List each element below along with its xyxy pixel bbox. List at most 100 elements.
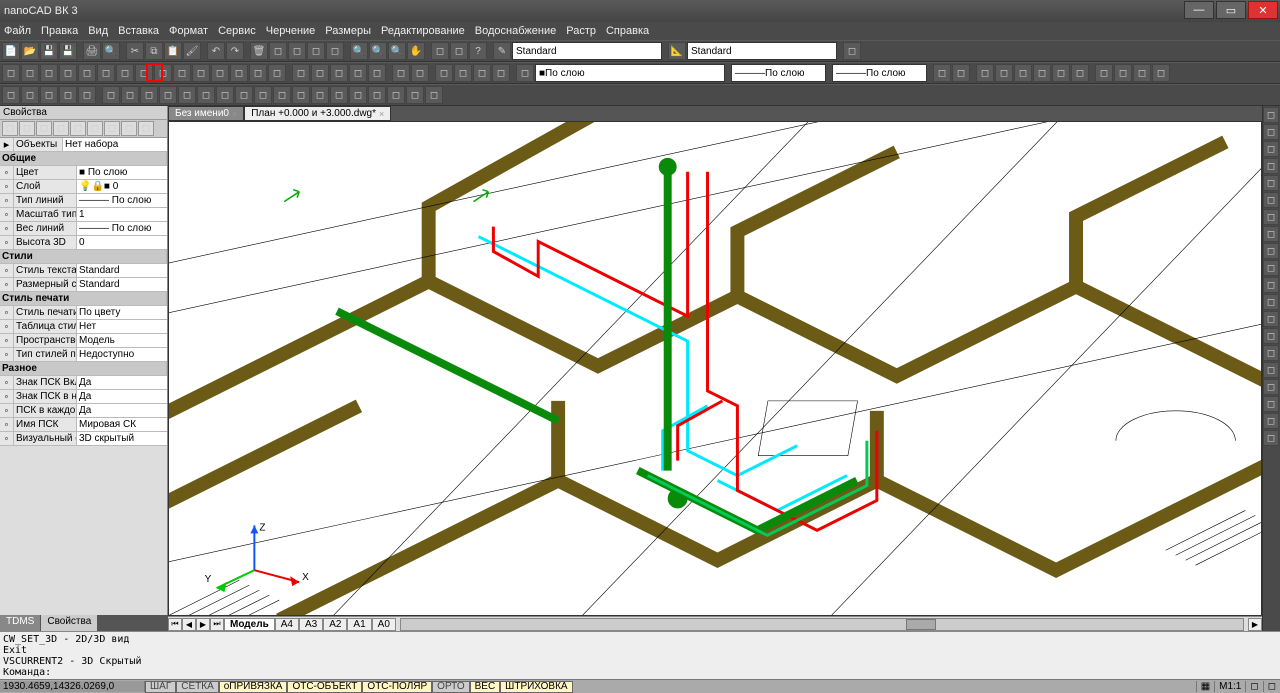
tool-icon[interactable]: ◻ (2, 64, 20, 82)
vtool-icon[interactable]: ◻ (1263, 413, 1279, 429)
style-picker-icon[interactable]: ✎ (493, 42, 511, 60)
tool-icon[interactable]: ◻ (288, 42, 306, 60)
help-icon[interactable]: ? (469, 42, 487, 60)
tool-icon[interactable]: ◻ (1114, 64, 1132, 82)
tool-icon[interactable]: ◻ (387, 86, 405, 104)
property-group-header[interactable]: Стили (0, 250, 167, 263)
paste-icon[interactable]: 📋 (164, 42, 182, 60)
tool-icon[interactable]: ◻ (976, 64, 994, 82)
tool-icon[interactable]: ◻ (102, 86, 120, 104)
property-value[interactable]: ■ По слою (77, 166, 167, 179)
tool-icon[interactable]: ◻ (311, 86, 329, 104)
tool-icon[interactable]: ◻ (173, 64, 191, 82)
tool-icon[interactable]: ◻ (178, 86, 196, 104)
tool-icon[interactable]: ◻ (97, 64, 115, 82)
layout-tab[interactable]: A2 (323, 618, 347, 631)
tool-icon[interactable]: ◻ (1071, 64, 1089, 82)
tool-icon[interactable]: ◻ (192, 64, 210, 82)
status-icon[interactable]: ◻ (1263, 681, 1280, 692)
tool-icon[interactable]: ◻ (349, 86, 367, 104)
tool-icon[interactable]: ◻ (1095, 64, 1113, 82)
menu-draft[interactable]: Черчение (266, 25, 316, 37)
tool-icon[interactable]: ◻ (1052, 64, 1070, 82)
saveall-icon[interactable]: 💾 (59, 42, 77, 60)
property-value[interactable]: Нет (77, 320, 167, 333)
tool-icon[interactable]: ◻ (933, 64, 951, 82)
vtool-icon[interactable]: ◻ (1263, 141, 1279, 157)
vtool-icon[interactable]: ◻ (1263, 379, 1279, 395)
property-group-header[interactable]: Общие (0, 152, 167, 165)
tool-icon[interactable]: ◻ (40, 86, 58, 104)
horizontal-scrollbar[interactable] (400, 618, 1244, 631)
layout-tab[interactable]: A1 (347, 618, 371, 631)
menu-raster[interactable]: Растр (566, 25, 596, 37)
vtool-icon[interactable]: ◻ (1263, 192, 1279, 208)
tool-icon[interactable]: ◻ (116, 64, 134, 82)
layout-tab[interactable]: A3 (299, 618, 323, 631)
property-value[interactable]: 0 (77, 236, 167, 249)
tool-icon[interactable]: ◻ (473, 64, 491, 82)
tool-icon[interactable]: ◻ (1133, 64, 1151, 82)
menu-file[interactable]: Файл (4, 25, 31, 37)
vtool-icon[interactable]: ◻ (1263, 396, 1279, 412)
tool-icon[interactable]: ◻ (307, 42, 325, 60)
text-style-dropdown[interactable]: Standard (512, 42, 662, 60)
tool-icon[interactable]: ◻ (2, 86, 20, 104)
menu-edit[interactable]: Правка (41, 25, 78, 37)
tool-icon[interactable]: ◻ (450, 42, 468, 60)
menu-service[interactable]: Сервис (218, 25, 256, 37)
vtool-icon[interactable]: ◻ (1263, 328, 1279, 344)
vtool-icon[interactable]: ◻ (1263, 158, 1279, 174)
tab-document[interactable]: Без имени0× (168, 106, 244, 121)
tool-icon[interactable]: ◻ (435, 64, 453, 82)
tool-icon[interactable]: ◻ (230, 64, 248, 82)
properties-tab-props[interactable]: Свойства (41, 615, 98, 631)
tool-icon[interactable]: ◻ (78, 64, 96, 82)
vtool-icon[interactable]: ◻ (1263, 124, 1279, 140)
tab-nav-next-icon[interactable]: ▶ (196, 618, 210, 631)
tool-icon[interactable]: ◻ (269, 42, 287, 60)
status-toggle-штриховка[interactable]: ШТРИХОВКА (500, 681, 572, 693)
prop-tool-icon[interactable]: ◻ (2, 121, 18, 136)
tool-icon[interactable]: ◻ (330, 64, 348, 82)
tool-icon[interactable]: ◻ (292, 86, 310, 104)
cmd-prompt[interactable]: Команда: (3, 667, 1277, 678)
dim-style-icon[interactable]: 📐 (668, 42, 686, 60)
vtool-icon[interactable]: ◻ (1263, 311, 1279, 327)
property-value[interactable]: 1 (77, 208, 167, 221)
tool-icon[interactable]: ◻ (492, 64, 510, 82)
vtool-icon[interactable]: ◻ (1263, 226, 1279, 242)
tool-icon[interactable]: ◻ (454, 64, 472, 82)
save-icon[interactable]: 💾 (40, 42, 58, 60)
tool-icon[interactable]: ◻ (311, 64, 329, 82)
pan-icon[interactable]: ✋ (407, 42, 425, 60)
tool-icon[interactable]: ◻ (235, 86, 253, 104)
menu-water[interactable]: Водоснабжение (475, 25, 556, 37)
property-group-header[interactable]: Разное (0, 362, 167, 375)
close-button[interactable]: ✕ (1248, 1, 1278, 19)
scale-display[interactable]: M1:1 (1214, 681, 1245, 692)
tab-nav-first-icon[interactable]: ⏮ (168, 618, 182, 631)
tool-icon[interactable]: ◻ (368, 64, 386, 82)
zoom-prev-icon[interactable]: 🔍 (388, 42, 406, 60)
status-toggle-отс-объект[interactable]: ОТС-ОБЪЕКТ (287, 681, 362, 693)
vtool-icon[interactable]: ◻ (1263, 430, 1279, 446)
tool-icon[interactable]: ◻ (995, 64, 1013, 82)
open-icon[interactable]: 📂 (21, 42, 39, 60)
tool-icon[interactable]: ◻ (330, 86, 348, 104)
undo-icon[interactable]: ↶ (207, 42, 225, 60)
tool-icon[interactable]: ◻ (952, 64, 970, 82)
status-icon[interactable]: ◻ (1245, 681, 1262, 692)
preview-icon[interactable]: 🔍 (102, 42, 120, 60)
tab-close-icon[interactable]: × (232, 109, 237, 119)
layout-tab[interactable]: A4 (275, 618, 299, 631)
tool-icon[interactable]: ◻ (1033, 64, 1051, 82)
property-value[interactable]: ——— По слою (77, 222, 167, 235)
grid-icon[interactable]: ▦ (1196, 681, 1214, 692)
property-value[interactable]: 3D скрытый (77, 432, 167, 445)
cut-icon[interactable]: ✂ (126, 42, 144, 60)
menu-format[interactable]: Формат (169, 25, 208, 37)
tab-document[interactable]: План +0.000 и +3.000.dwg*× (244, 106, 391, 121)
prop-tool-icon[interactable]: ◻ (87, 121, 103, 136)
vtool-icon[interactable]: ◻ (1263, 175, 1279, 191)
